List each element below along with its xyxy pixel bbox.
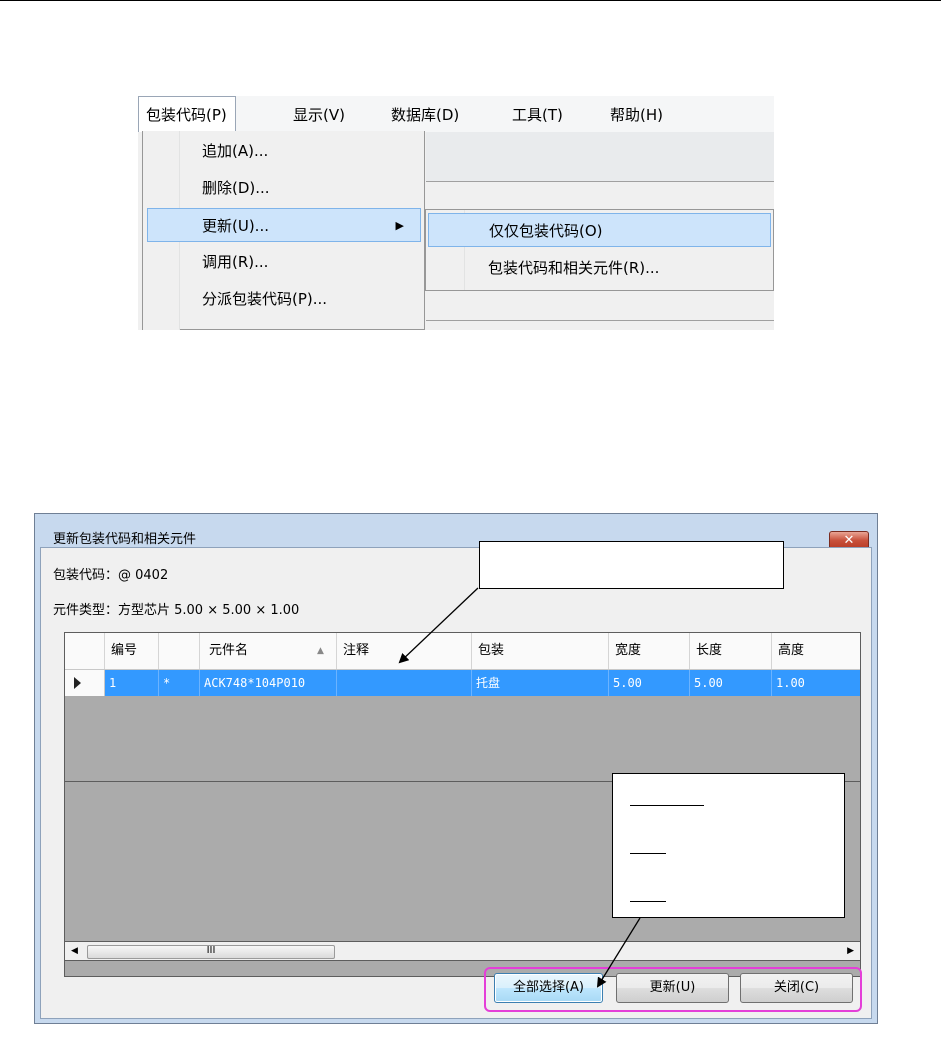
arrow-to-comment-column [398,587,479,664]
arrow-to-buttons [596,917,641,988]
callout-arrows [398,587,641,988]
